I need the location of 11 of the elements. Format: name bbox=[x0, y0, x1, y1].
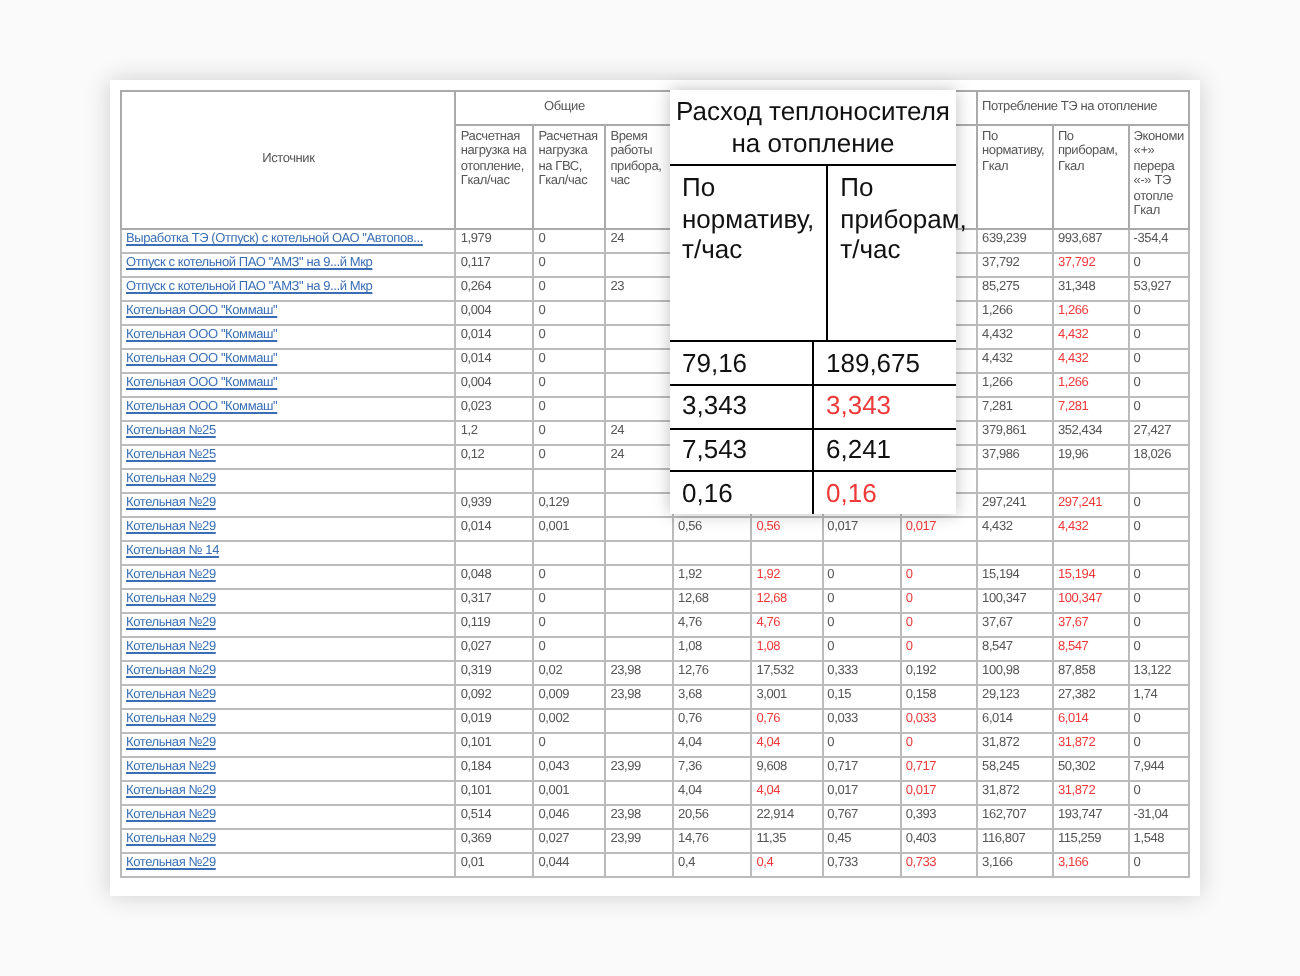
callout-cell-text: 0,16 bbox=[824, 475, 879, 512]
callout-title: Расход теплоносителя на отопление bbox=[670, 90, 956, 166]
callout-column-header: По нормативу, т/час bbox=[670, 166, 829, 340]
callout-cell: 79,16 bbox=[670, 342, 814, 384]
callout-cell: 7,543 bbox=[670, 429, 814, 471]
callout-column-header: По приборам, т/час bbox=[838, 170, 969, 269]
callout-cell: 3,343 bbox=[670, 385, 814, 427]
callout-cell-text: 3,343 bbox=[824, 388, 894, 425]
callout-cell: 0,16 bbox=[670, 472, 814, 514]
callout-cell-text: 189,675 bbox=[824, 345, 922, 382]
callout-cell-text: 6,241 bbox=[824, 432, 894, 469]
